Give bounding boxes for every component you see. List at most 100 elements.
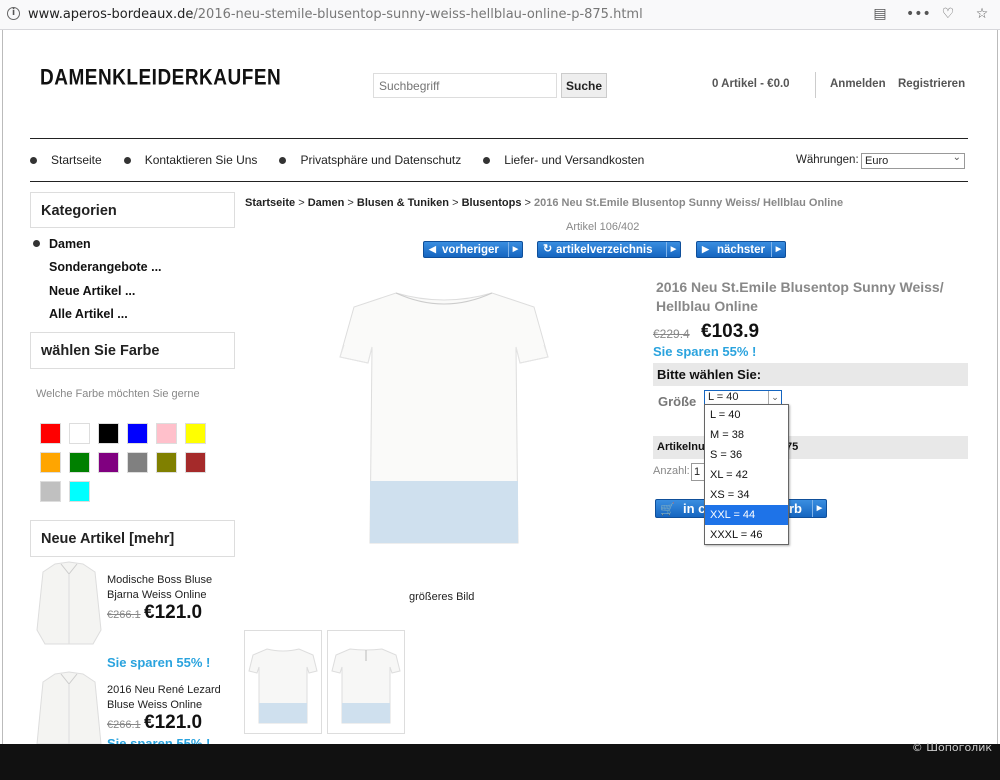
chevron-down-icon: ⌄	[768, 391, 781, 404]
bigger-image-link[interactable]: größeres Bild	[409, 591, 474, 603]
nav-item-privacy[interactable]: Privatsphäre und Datenschutz	[279, 153, 461, 167]
product-main-image[interactable]	[338, 285, 550, 545]
blouse-thumbnail[interactable]	[33, 670, 105, 744]
product-thumbnail[interactable]	[327, 630, 405, 734]
color-swatch[interactable]	[40, 481, 61, 502]
more-actions-icon[interactable]: •••	[906, 6, 931, 22]
size-option[interactable]: L = 40	[705, 405, 788, 425]
quantity-label: Anzahl:	[653, 465, 690, 477]
nav-divider	[30, 138, 968, 139]
color-swatch[interactable]	[98, 423, 119, 444]
new-item-old-price: €266.1	[107, 719, 141, 731]
size-option[interactable]: M = 38	[705, 425, 788, 445]
color-swatch[interactable]	[156, 452, 177, 473]
url-host: www.aperos-bordeaux.de	[28, 7, 194, 22]
color-swatch[interactable]	[69, 452, 90, 473]
product-title: 2016 Neu St.Emile Blusentop Sunny Weiss/…	[656, 279, 944, 314]
reader-view-icon[interactable]: ▤	[872, 6, 888, 22]
size-option[interactable]: XL = 42	[705, 465, 788, 485]
register-link[interactable]: Registrieren	[898, 78, 965, 90]
breadcrumb-link[interactable]: Startseite	[245, 197, 295, 209]
size-option[interactable]: XXXL = 46	[705, 525, 788, 545]
browser-url-bar[interactable]: i www.aperos-bordeaux.de/2016-neu-stemil…	[0, 0, 1000, 30]
color-swatch[interactable]	[69, 481, 90, 502]
next-button[interactable]: ▶ nächster ▶	[696, 241, 786, 258]
size-label: Größe	[658, 394, 697, 409]
product-list-label: artikelverzeichnis	[556, 243, 653, 256]
color-swatch[interactable]	[40, 452, 61, 473]
site-info-icon[interactable]: i	[7, 7, 20, 20]
product-thumbnail[interactable]	[244, 630, 322, 734]
product-save: Sie sparen 55% !	[653, 344, 757, 359]
category-label: Alle Artikel ...	[49, 307, 128, 322]
quantity-input[interactable]: 1	[691, 463, 705, 481]
search-button[interactable]: Suche	[561, 73, 607, 98]
bottom-bar	[0, 744, 1000, 780]
color-swatch[interactable]	[127, 423, 148, 444]
category-label: Sonderangebote ...	[49, 260, 162, 275]
color-swatch[interactable]	[185, 423, 206, 444]
color-swatch[interactable]	[185, 452, 206, 473]
chevron-down-icon: ⌄	[952, 152, 961, 163]
breadcrumb-link[interactable]: Blusentops	[462, 197, 522, 209]
cart-summary-link[interactable]: 0 Artikel - €0.0	[712, 78, 790, 90]
thumbnail-image	[248, 648, 318, 724]
size-option[interactable]: XS = 34	[705, 485, 788, 505]
breadcrumb-sep: >	[295, 197, 308, 209]
dropdown-arrow-icon: ▶	[508, 242, 522, 257]
nav-item-label: Kontaktieren Sie Uns	[144, 153, 258, 167]
color-hint: Welche Farbe möchten Sie gerne	[36, 388, 200, 400]
nav-item-home[interactable]: Startseite	[30, 153, 102, 167]
nav-divider	[30, 181, 968, 182]
dropdown-arrow-icon: ▶	[771, 242, 785, 257]
cart-icon: 🛒	[660, 502, 675, 516]
arrow-right-icon: ▶	[702, 244, 709, 254]
breadcrumb-sep: >	[521, 197, 535, 209]
login-link[interactable]: Anmelden	[830, 78, 886, 90]
currency-select[interactable]: Euro ⌄	[861, 152, 965, 169]
search-input[interactable]	[373, 73, 557, 98]
site-logo[interactable]: DAMENKLEIDERKAUFEN	[40, 66, 281, 91]
category-item-all[interactable]: Alle Artikel ...	[33, 303, 162, 327]
bookmark-star-icon[interactable]: ☆	[974, 6, 990, 22]
blouse-thumbnail[interactable]	[33, 560, 105, 646]
size-select[interactable]: L = 40 ⌄	[704, 390, 782, 405]
size-option[interactable]: S = 36	[705, 445, 788, 465]
prev-button[interactable]: ◀ vorheriger ▶	[423, 241, 523, 258]
nav-item-shipping[interactable]: Liefer- und Versandkosten	[483, 153, 644, 167]
breadcrumb-link[interactable]: Damen	[308, 197, 345, 209]
size-selected-value: L = 40	[708, 391, 739, 403]
new-item-price-row: €266.1 €121.0	[107, 602, 202, 624]
next-label: nächster	[717, 243, 765, 256]
currency-value: Euro	[865, 155, 889, 167]
color-swatch[interactable]	[156, 423, 177, 444]
new-item-price-row: €266.1 €121.0	[107, 712, 202, 734]
category-label: Neue Artikel ...	[49, 283, 136, 298]
nav-item-contact[interactable]: Kontaktieren Sie Uns	[123, 153, 258, 167]
breadcrumb-sep: >	[344, 197, 357, 209]
product-list-button[interactable]: ↻ artikelverzeichnis ▶	[537, 241, 681, 258]
frame-border	[997, 30, 998, 744]
nav-item-label: Privatsphäre und Datenschutz	[300, 153, 462, 167]
category-item-new[interactable]: Neue Artikel ...	[33, 279, 162, 303]
color-swatch[interactable]	[40, 423, 61, 444]
size-option[interactable]: XXL = 44	[705, 505, 788, 525]
pocket-icon[interactable]: ♡	[940, 6, 956, 22]
color-swatch[interactable]	[127, 452, 148, 473]
new-items-title[interactable]: Neue Artikel [mehr]	[31, 521, 234, 557]
bullet-icon	[30, 156, 37, 164]
new-item-name[interactable]: Modische Boss Bluse Bjarna Weiss Online	[107, 573, 237, 603]
bullet-icon	[123, 156, 131, 164]
categories-box: Kategorien	[30, 192, 235, 228]
page: DAMENKLEIDERKAUFEN Suche 0 Artikel - €0.…	[0, 30, 1000, 744]
new-item-save: Sie sparen 55% !	[107, 655, 211, 670]
new-item-name[interactable]: 2016 Neu René Lezard Bluse Weiss Online	[107, 683, 237, 713]
category-item-specials[interactable]: Sonderangebote ...	[33, 256, 162, 280]
currency-label: Währungen:	[796, 154, 859, 166]
color-swatch[interactable]	[69, 423, 90, 444]
add-to-cart-label: in c	[683, 501, 706, 516]
url-text[interactable]: www.aperos-bordeaux.de/2016-neu-stemile-…	[28, 7, 643, 22]
category-item-damen[interactable]: Damen	[33, 232, 162, 256]
breadcrumb-link[interactable]: Blusen & Tuniken	[357, 197, 449, 209]
color-swatch[interactable]	[98, 452, 119, 473]
